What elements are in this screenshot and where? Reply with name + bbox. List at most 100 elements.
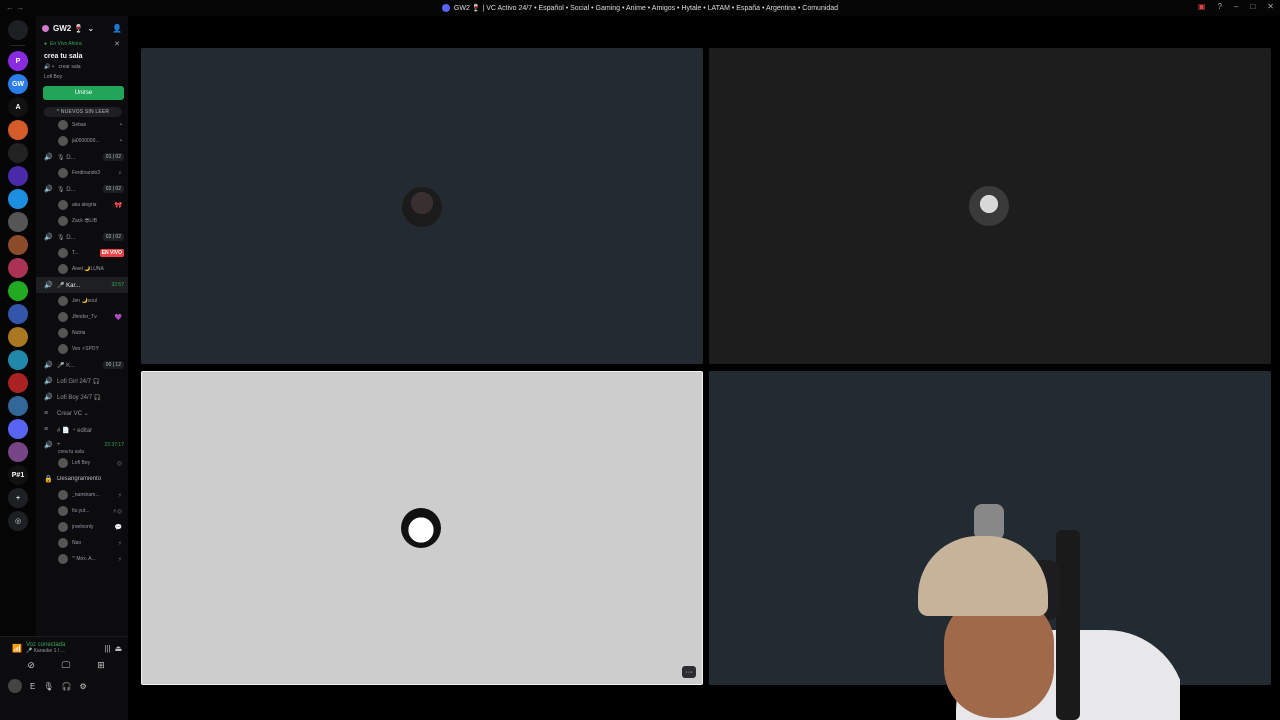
text-channel-item[interactable]: ≡ Crear VC ⌄ [36, 405, 128, 421]
locked-voice-channel[interactable]: 🔒 Desangramiento [36, 471, 128, 487]
text-channel-item[interactable]: ≡ # 📄 ・editar [36, 421, 128, 437]
voice-channel-item[interactable]: 🔊 🎤 Kar... 32:57 [36, 277, 128, 293]
voice-member-item[interactable]: Jen 🌙soul [36, 293, 128, 309]
lock-icon: 🔒 [44, 476, 53, 483]
voice-channel-item[interactable]: 🔊 🎙 D... 02 | 02 [36, 181, 128, 197]
back-arrow-icon[interactable]: ← → [6, 3, 24, 12]
camera-off-icon[interactable]: ⊘ [27, 660, 35, 671]
server-icon-1[interactable]: P [8, 51, 28, 71]
webcam-overlay [916, 500, 1180, 720]
participant-tile-2[interactable] [709, 48, 1271, 364]
avatar [58, 458, 68, 468]
disconnect-icon[interactable]: ⏏ [114, 644, 122, 653]
server-icon-8[interactable] [8, 212, 28, 232]
voice-channel-item[interactable]: 🔊 Lofi Girl 24/7 🎧 [36, 373, 128, 389]
avatar [58, 490, 68, 500]
speaker-icon: 🔊 [44, 234, 53, 241]
voice-member-item[interactable]: ja0000000... ▪ [36, 133, 128, 149]
member-name: Aisel 🌙LUNA [72, 266, 104, 272]
server-icon-14[interactable] [8, 350, 28, 370]
voice-channel[interactable]: 🎤 Karaoke 1 / ... [26, 648, 100, 654]
avatar [58, 506, 68, 516]
voice-member-item[interactable]: Jhinder_Tv 💜 [36, 309, 128, 325]
member-name: Vex ⚡SPDY [72, 346, 99, 352]
join-button[interactable]: Unirse [43, 86, 124, 100]
avatar[interactable] [8, 679, 22, 693]
server-icon-0[interactable] [8, 20, 28, 40]
signal-icon: 📶 [12, 643, 22, 653]
member-status-icon: ▪ [119, 138, 122, 144]
voice-channel-item[interactable]: 🔊 Lofi Boy 24/7 🎧 [36, 389, 128, 405]
member-name: Lofi Boy [72, 460, 91, 466]
channel-name: 🎤 Kar... [57, 282, 81, 289]
server-icon-15[interactable] [8, 373, 28, 393]
server-icon-2[interactable]: GW [8, 74, 28, 94]
voice-member-item[interactable]: Sebas ▪ [36, 117, 128, 133]
voice-member-item[interactable]: Zack 😎LIB [36, 213, 128, 229]
server-icon-11[interactable] [8, 281, 28, 301]
voice-member-item[interactable]: Vex ⚡SPDY [36, 341, 128, 357]
server-icon-10[interactable] [8, 258, 28, 278]
participant-tile-3[interactable]: ··· [141, 371, 703, 685]
minimize-icon[interactable]: – [1234, 2, 1238, 11]
server-icon [42, 24, 49, 32]
server-icon-9[interactable] [8, 235, 28, 255]
headphones-icon[interactable]: 🎧 [62, 682, 72, 691]
avatar [58, 312, 68, 322]
screen-share-icon[interactable]: 🖵 [62, 660, 71, 671]
server-icon-17[interactable] [8, 419, 28, 439]
voice-member-item[interactable]: aka alegria 🎀 [36, 197, 128, 213]
server-header[interactable]: GW2 🍷 ⌄ 👤 [36, 16, 128, 40]
speaker-icon: 🔊 [44, 362, 53, 369]
voice-member-item[interactable]: Its.yut... ⚡◎ [36, 503, 128, 519]
voice-member-item[interactable]: Nao ⚡ [36, 535, 128, 551]
add-user-icon[interactable]: 👤 [112, 24, 122, 33]
voice-member-item[interactable]: Ferdinando3 ⚡ [36, 165, 128, 181]
channel-name: Lofi Girl 24/7 🎧 [57, 378, 101, 385]
server-icon-19[interactable]: P#1 [8, 465, 28, 485]
voice-member-item[interactable]: T... EN VIVO [36, 245, 128, 261]
member-status-icon: 🎀 [114, 202, 122, 209]
server-icon-7[interactable] [8, 189, 28, 209]
live-tag-text: En Vivo Ahora [50, 41, 82, 47]
window-title: GW2 🍷 | VC Activo 24/7 • Español • Socia… [441, 4, 839, 12]
speaker-icon: 🔊 + [44, 64, 55, 70]
voice-channel-item[interactable]: 🔊 🎙 D... 02 | 02 [36, 229, 128, 245]
voice-member-item[interactable]: Lofi Boy ◎ [36, 455, 128, 471]
window-title-text: GW2 🍷 | VC Activo 24/7 • Español • Socia… [453, 5, 839, 12]
voice-channel-item[interactable]: 🔊 +23:37:17 [36, 437, 128, 453]
inbox-icon[interactable]: ▣ [1198, 2, 1206, 11]
server-icon-12[interactable] [8, 304, 28, 324]
close-icon[interactable]: ✕ [114, 40, 120, 48]
voice-member-item[interactable]: '° Mox. A... ⚡ [36, 551, 128, 567]
voice-member-item[interactable]: jroelnonly 💬 [36, 519, 128, 535]
server-icon-4[interactable] [8, 120, 28, 140]
noise-suppression-icon[interactable]: ||| [104, 644, 110, 653]
server-icon-13[interactable] [8, 327, 28, 347]
voice-member-item[interactable]: _naminam... ⚡ [36, 487, 128, 503]
voice-member-item[interactable]: Aisel 🌙LUNA [36, 261, 128, 277]
server-icon-3[interactable]: A [8, 97, 28, 117]
add-server-icon[interactable]: + [8, 488, 28, 508]
member-status-icon: ▪ [119, 122, 122, 128]
maximize-icon[interactable]: □ [1250, 2, 1255, 11]
close-icon[interactable]: ✕ [1267, 2, 1274, 11]
channel-timer: 32:57 [111, 282, 124, 288]
server-icon-5[interactable] [8, 143, 28, 163]
server-icon-18[interactable] [8, 442, 28, 462]
participant-tile-1[interactable] [141, 48, 703, 364]
microphone-icon[interactable]: 🎙 [43, 682, 53, 691]
voice-channel-item[interactable]: 🔊 🎤 K... 00 | 12 [36, 357, 128, 373]
voice-channel-item[interactable]: 🔊 🎙 D... 01 | 02 [36, 149, 128, 165]
discover-icon[interactable]: ◎ [8, 511, 28, 531]
voice-member-item[interactable]: Nutria [36, 325, 128, 341]
more-options-button[interactable]: ··· [682, 666, 696, 678]
server-icon-6[interactable] [8, 166, 28, 186]
new-unread-badge[interactable]: ^ NUEVOS SIN LEER [44, 107, 122, 117]
help-icon[interactable]: ? [1218, 2, 1222, 11]
activities-icon[interactable]: ⊞ [97, 660, 105, 671]
member-status-icon: ⚡ [117, 170, 122, 177]
server-icon-16[interactable] [8, 396, 28, 416]
settings-gear-icon[interactable]: ⚙ [79, 682, 86, 691]
list-icon: ≡ [44, 409, 49, 417]
